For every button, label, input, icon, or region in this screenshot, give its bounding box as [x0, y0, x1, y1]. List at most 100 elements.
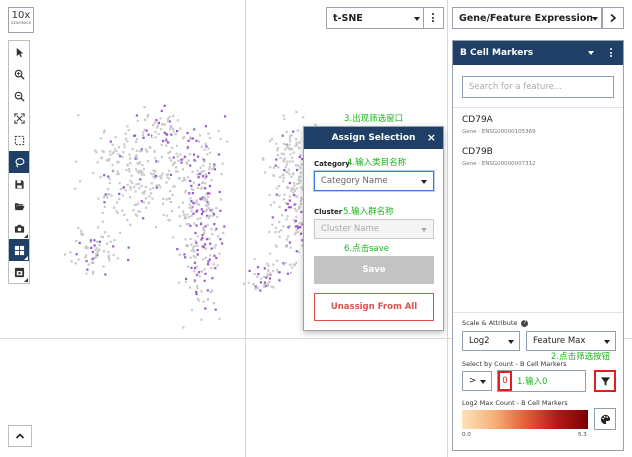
cell-point	[159, 186, 162, 189]
cell-point	[207, 215, 210, 218]
lasso-icon[interactable]	[9, 151, 29, 173]
cell-point	[107, 254, 110, 257]
pointer-icon[interactable]	[9, 41, 29, 63]
cell-point	[269, 140, 272, 143]
kebab-menu-icon[interactable]	[432, 13, 434, 22]
projection-select[interactable]: t-SNE	[326, 7, 444, 29]
box-select-icon[interactable]	[9, 129, 29, 151]
cell-point	[278, 279, 281, 282]
cell-point	[290, 148, 293, 151]
cell-point	[216, 264, 219, 267]
cell-point	[81, 233, 84, 236]
cell-point	[90, 246, 93, 249]
cell-point	[212, 302, 216, 305]
cell-point	[99, 137, 103, 140]
panel-type-select[interactable]: Gene/Feature Expression	[452, 7, 602, 29]
cell-point	[158, 184, 161, 187]
cell-point	[293, 207, 297, 210]
cell-point	[268, 193, 271, 197]
attribute-select[interactable]: Feature Max	[526, 331, 616, 351]
cell-point	[85, 254, 88, 257]
gene-name[interactable]: CD79B	[462, 147, 493, 157]
scale-select[interactable]: Log2	[462, 331, 520, 351]
cell-point	[276, 149, 279, 152]
kebab-menu-icon[interactable]	[610, 48, 612, 57]
cell-point	[202, 258, 205, 261]
cell-point	[90, 261, 93, 264]
layout-grid-icon[interactable]	[9, 239, 29, 261]
cell-point	[292, 218, 295, 222]
cell-point	[272, 166, 276, 169]
feature-panel: B Cell Markers CD79A Gene · ENSG00000105…	[452, 40, 624, 451]
cell-point	[296, 129, 299, 132]
unassign-from-all-button[interactable]: Unassign From All	[314, 293, 434, 321]
gene-name[interactable]: CD79A	[462, 115, 493, 125]
cell-point	[196, 199, 199, 202]
chevron-down-icon[interactable]	[588, 51, 594, 55]
cell-point	[180, 158, 183, 161]
cell-point	[176, 155, 179, 158]
cell-point	[288, 199, 291, 202]
cell-point	[144, 197, 148, 200]
save-icon[interactable]	[9, 173, 29, 195]
next-panel-button[interactable]	[602, 7, 624, 29]
cell-point	[221, 162, 224, 165]
fit-view-icon[interactable]	[9, 107, 29, 129]
cell-point	[284, 208, 288, 212]
chevron-down-icon	[604, 340, 610, 344]
cell-point	[190, 214, 193, 218]
cluster-name-select[interactable]: Cluster Name	[314, 219, 434, 239]
cell-point	[212, 263, 215, 266]
cell-point	[278, 205, 281, 208]
zoom-in-icon[interactable]	[9, 63, 29, 85]
10x-genomics-logo[interactable]: 10x GENOMICS	[8, 7, 34, 33]
cell-point	[75, 253, 78, 256]
cell-point	[299, 232, 303, 235]
cell-point	[204, 142, 207, 146]
cell-point	[103, 205, 106, 208]
cell-point	[140, 150, 143, 153]
cell-point	[219, 238, 222, 241]
feature-search-input[interactable]	[462, 76, 614, 98]
cell-point	[271, 270, 275, 273]
cell-point	[129, 162, 132, 165]
cell-point	[299, 171, 303, 174]
screenshot-icon[interactable]	[9, 261, 29, 283]
help-icon[interactable]: ?	[521, 319, 529, 327]
chevron-down-icon	[480, 380, 486, 384]
cell-point	[138, 150, 141, 153]
cell-point	[212, 213, 216, 216]
cell-point	[211, 168, 214, 171]
cell-point	[299, 166, 302, 169]
palette-button[interactable]	[594, 408, 616, 430]
close-icon[interactable]: ×	[427, 131, 436, 144]
cell-point	[196, 249, 199, 252]
cell-point	[115, 150, 118, 153]
cell-point	[108, 259, 111, 262]
cell-point	[298, 222, 301, 225]
cell-point	[289, 153, 292, 156]
cell-point	[184, 191, 187, 194]
logo-text: 10x	[11, 10, 31, 21]
cell-point	[205, 145, 208, 148]
cell-point	[144, 118, 147, 121]
category-name-select[interactable]: Category Name	[314, 171, 434, 191]
cell-point	[214, 267, 217, 270]
zoom-out-icon[interactable]	[9, 85, 29, 107]
collapse-button[interactable]	[8, 425, 32, 447]
cell-point	[253, 273, 256, 276]
cell-point	[274, 164, 277, 167]
cell-point	[203, 196, 206, 199]
operator-select[interactable]: >	[462, 371, 492, 391]
scale-attribute-label: Scale & Attribute ?	[462, 319, 529, 327]
cell-point	[272, 174, 275, 177]
cell-point	[154, 170, 157, 173]
count-input[interactable]: 0	[498, 371, 512, 391]
cell-point	[292, 130, 295, 133]
save-button[interactable]: Save	[314, 256, 434, 284]
cell-point	[196, 218, 199, 221]
folder-open-icon[interactable]	[9, 195, 29, 217]
filter-button[interactable]	[594, 370, 616, 392]
cell-point	[278, 176, 282, 179]
camera-icon[interactable]	[9, 217, 29, 239]
